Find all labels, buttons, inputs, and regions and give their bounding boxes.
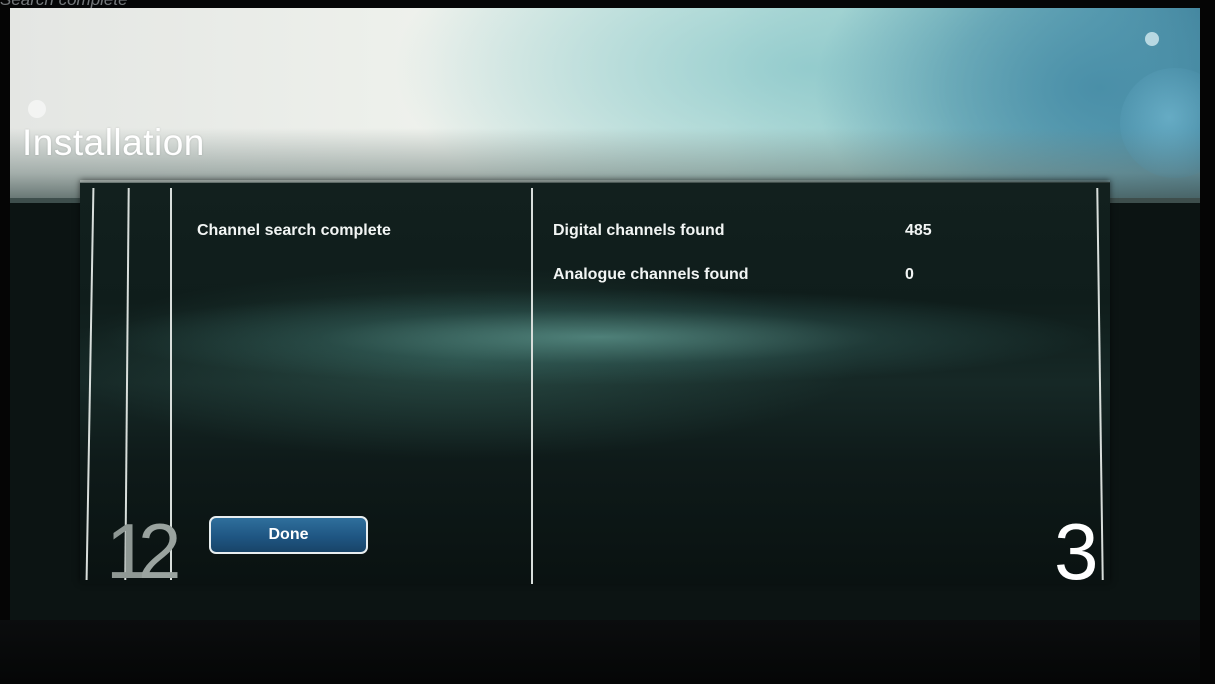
decorative-bubble [28, 100, 46, 118]
tv-bezel-bottom [0, 620, 1215, 684]
step-number-3: 3 [1054, 507, 1099, 596]
column-divider [531, 188, 533, 584]
tv-bezel-right [1200, 0, 1215, 684]
analogue-channels-count: 0 [905, 266, 914, 283]
tv-bezel-left [0, 0, 10, 684]
done-button[interactable]: Done [209, 516, 368, 554]
step-number-2: 2 [138, 507, 182, 595]
photo-caption: Search complete [0, 0, 128, 10]
panel-top-edge [80, 180, 1110, 183]
page-title: Installation [22, 122, 205, 163]
search-status: Channel search complete [197, 222, 391, 239]
digital-channels-count: 485 [905, 222, 932, 239]
digital-channels-label: Digital channels found [553, 222, 725, 239]
analogue-channels-label: Analogue channels found [553, 266, 749, 283]
tv-display: Search complete Installation 1 2 3 Chann… [0, 0, 1215, 684]
decorative-bubble [1145, 32, 1159, 46]
